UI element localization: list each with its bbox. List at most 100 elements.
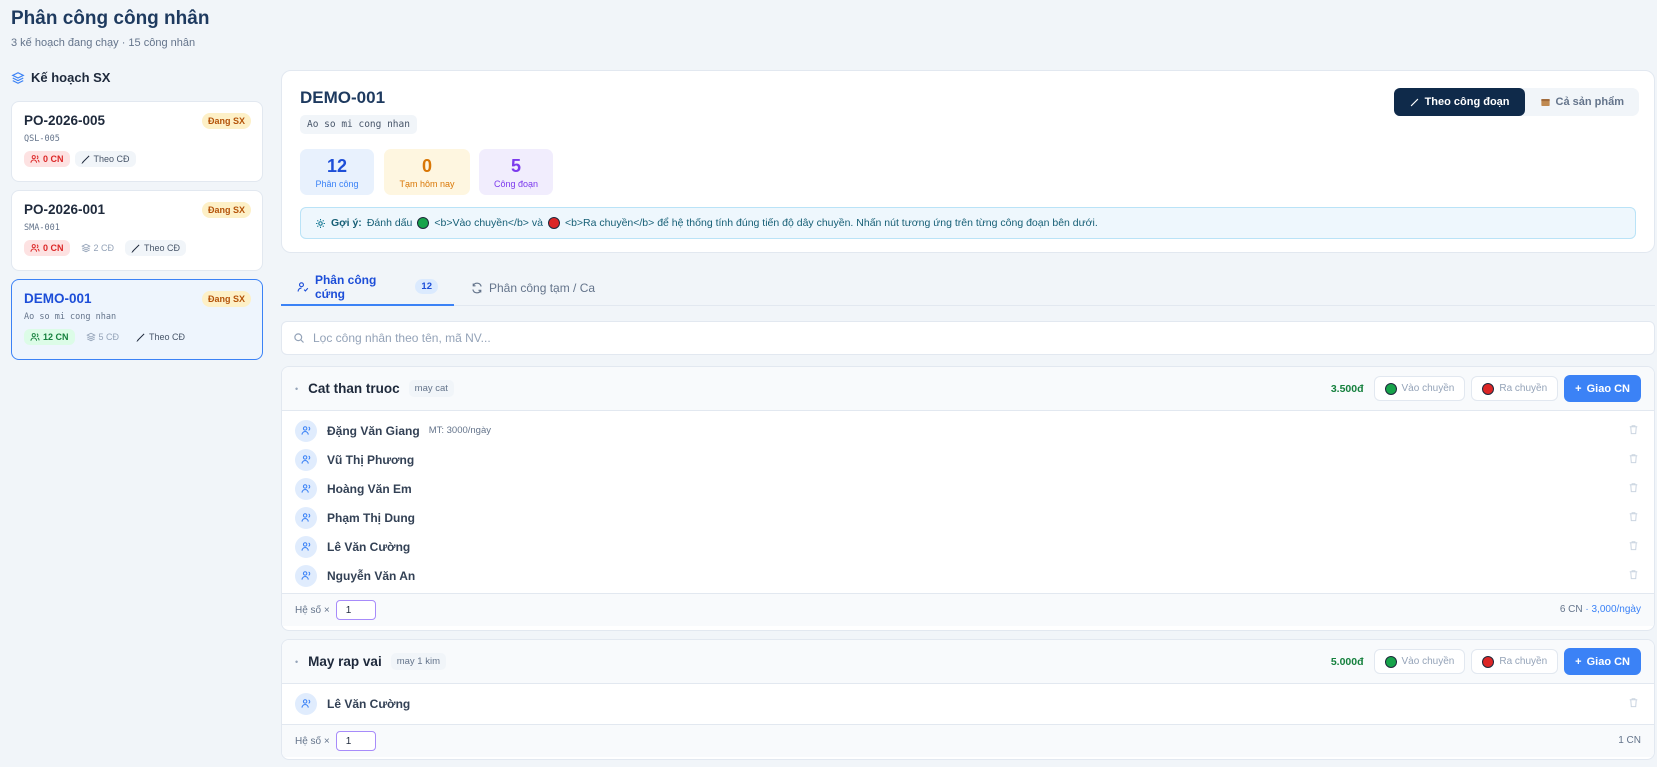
mode-chip: Theo CĐ: [125, 240, 187, 256]
coefficient-label: Hệ số ×: [295, 735, 330, 747]
stage-name: May rap vai: [308, 654, 382, 669]
trash-icon[interactable]: [1628, 424, 1639, 435]
stage-group-may-rap-vai: • May rap vai may 1 kim 5.000đ Vào chuyề…: [281, 639, 1655, 760]
gear-icon: [316, 218, 325, 228]
worker-row: Đặng Văn Giang MT: 3000/ngày: [282, 416, 1654, 445]
stage-summary: 6 CN · 3,000/ngày: [1559, 604, 1641, 615]
avatar: [295, 535, 317, 558]
users-icon: [30, 155, 40, 163]
coefficient-label: Hệ số ×: [295, 604, 330, 616]
search-input[interactable]: [313, 331, 1538, 345]
layers-icon: [85, 332, 96, 342]
worker-name: Phạm Thị Dung: [327, 510, 415, 525]
view-mode-toggle: Theo công đoạn Cả sản phẩm: [1393, 88, 1639, 116]
red-circle-icon: [1482, 382, 1495, 395]
users-icon: [30, 244, 40, 252]
stage-footer: Hệ số × 6 CN · 3,000/ngày: [282, 593, 1654, 626]
plan-card-po-2026-005[interactable]: PO-2026-005 QSL-005 Đang SX 0 CN Theo CĐ: [11, 101, 263, 182]
stage-count-chip: 5 CĐ: [80, 329, 126, 345]
trash-icon[interactable]: [1628, 540, 1639, 551]
avatar: [295, 477, 317, 500]
trash-icon[interactable]: [1628, 511, 1639, 522]
stage-header: • May rap vai may 1 kim 5.000đ Vào chuyề…: [282, 640, 1654, 684]
avatar: [295, 692, 317, 715]
pencil-icon: [1410, 98, 1418, 106]
trash-icon[interactable]: [1628, 453, 1639, 464]
sidebar-header: Kế hoạch SX: [11, 70, 110, 85]
assignment-tabs: Phân công cứng 12 Phân công tạm / Ca: [281, 269, 1655, 306]
mode-chip: Theo CĐ: [130, 329, 191, 345]
avatar: [295, 419, 317, 442]
worker-row: Nguyễn Văn An: [282, 561, 1654, 590]
pencil-icon: [80, 155, 89, 164]
red-circle-icon: [1482, 655, 1495, 668]
worker-row: Lê Văn Cường: [282, 689, 1654, 718]
worker-row: Hoàng Văn Em: [282, 474, 1654, 503]
users-icon: [301, 513, 310, 522]
worker-target: MT: 3000/ngày: [428, 425, 492, 436]
tab-fixed-assignment[interactable]: Phân công cứng 12: [281, 269, 454, 306]
green-circle-icon: [1384, 655, 1397, 668]
plan-product-code: QSL-005: [24, 134, 60, 144]
trash-icon[interactable]: [1628, 482, 1639, 493]
machine-tag: may 1 kim: [390, 653, 446, 670]
worker-name: Vũ Thị Phương: [327, 452, 415, 467]
stat-temp-today: 0 Tạm hôm nay: [384, 149, 470, 195]
worker-filter: [281, 321, 1655, 355]
stage-footer: Hệ số × 1 CN: [282, 724, 1654, 757]
bullet-icon: •: [295, 656, 299, 667]
plan-product-code: SMA-001: [24, 223, 60, 233]
sidebar-title: Kế hoạch SX: [31, 70, 111, 85]
product-tag: Ao so mi cong nhan: [300, 115, 417, 134]
trash-icon[interactable]: [1628, 697, 1639, 708]
assign-worker-button[interactable]: + Giao CN: [1564, 648, 1641, 675]
layers-icon: [11, 71, 25, 84]
stat-stages: 5 Công đoạn: [479, 149, 553, 195]
exit-line-button[interactable]: Ra chuyền: [1471, 649, 1559, 674]
worker-count-chip: 0 CN: [24, 240, 70, 256]
coefficient-input[interactable]: [335, 600, 376, 620]
plan-card-demo-001[interactable]: DEMO-001 Ao so mi cong nhan Đang SX 12 C…: [11, 279, 263, 360]
worker-name: Lê Văn Cường: [327, 696, 411, 711]
worker-name: Đặng Văn Giang: [327, 423, 420, 438]
pencil-icon: [136, 333, 145, 342]
enter-line-button[interactable]: Vào chuyền: [1373, 376, 1466, 401]
mode-chip: Theo CĐ: [74, 151, 136, 167]
plan-title: DEMO-001: [300, 88, 386, 107]
view-by-stage-button[interactable]: Theo công đoạn: [1393, 88, 1525, 116]
bullet-icon: •: [295, 383, 299, 394]
stage-count-chip: 2 CĐ: [75, 240, 121, 256]
enter-line-button[interactable]: Vào chuyền: [1373, 649, 1466, 674]
trash-icon[interactable]: [1628, 569, 1639, 580]
stage-group-cat-than-truoc: • Cat than truoc may cat 3.500đ Vào chuy…: [281, 366, 1655, 631]
plus-icon: +: [1575, 382, 1582, 395]
users-icon: [301, 455, 310, 464]
coefficient-input[interactable]: [335, 731, 376, 751]
view-whole-product-button[interactable]: Cả sản phẩm: [1525, 88, 1639, 116]
users-icon: [301, 542, 310, 551]
exit-line-button[interactable]: Ra chuyền: [1471, 376, 1559, 401]
status-badge: Đang SX: [201, 291, 251, 307]
worker-name: Hoàng Văn Em: [327, 481, 412, 496]
plan-detail-panel: DEMO-001 Ao so mi cong nhan 12 Phân công…: [281, 70, 1655, 253]
stage-summary: 1 CN: [1618, 735, 1641, 746]
users-icon: [301, 571, 310, 580]
layers-icon: [80, 243, 91, 253]
stage-name: Cat than truoc: [308, 381, 400, 396]
worker-row: Lê Văn Cường: [282, 532, 1654, 561]
users-icon: [301, 699, 310, 708]
worker-count-chip: 12 CN: [24, 329, 75, 345]
search-icon: [294, 333, 304, 343]
stat-assignments: 12 Phân công: [300, 149, 374, 195]
hint-text: <b>Ra chuyền</b> để hệ thống tính đúng t…: [564, 217, 1098, 229]
plan-card-po-2026-001[interactable]: PO-2026-001 SMA-001 Đang SX 0 CN 2 CĐ Th…: [11, 190, 263, 271]
status-badge: Đang SX: [201, 202, 251, 218]
hint-text: <b>Vào chuyền</b> và: [434, 217, 543, 229]
assign-worker-button[interactable]: + Giao CN: [1564, 375, 1641, 402]
page-title: Phân công công nhân: [11, 8, 210, 29]
worker-row: Vũ Thị Phương: [282, 445, 1654, 474]
worker-name: Nguyễn Văn An: [327, 568, 416, 583]
worker-row: Phạm Thị Dung: [282, 503, 1654, 532]
plus-icon: +: [1575, 655, 1582, 668]
tab-temp-assignment[interactable]: Phân công tạm / Ca: [455, 269, 611, 306]
